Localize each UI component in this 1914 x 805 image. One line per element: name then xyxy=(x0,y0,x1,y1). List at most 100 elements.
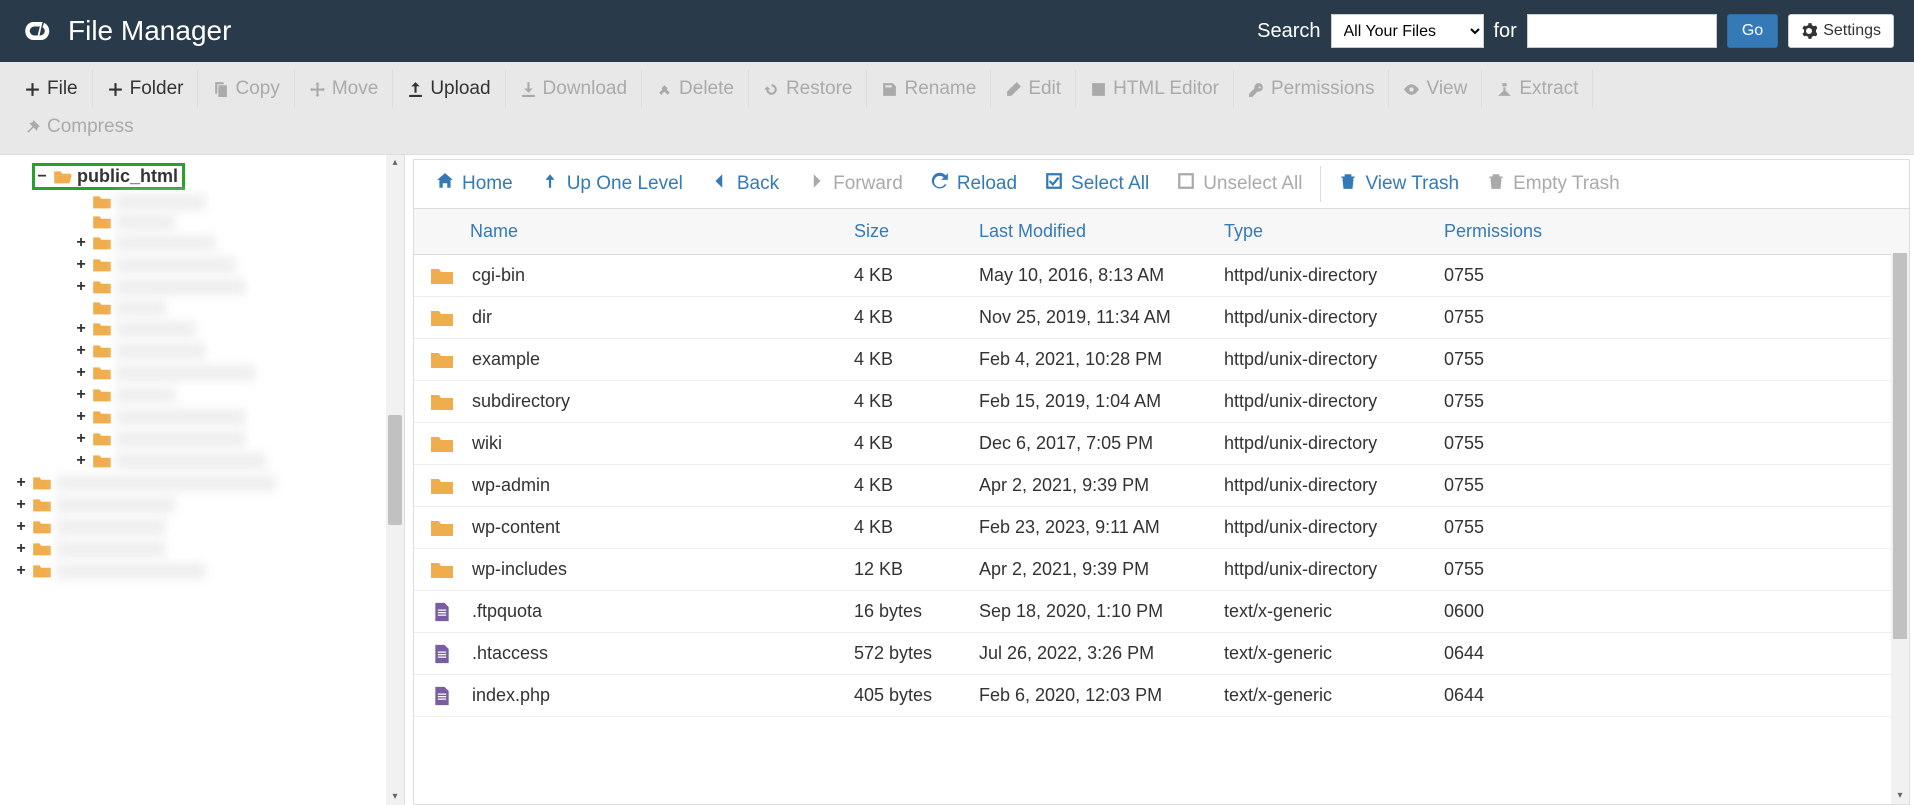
back-button[interactable]: Back xyxy=(697,166,793,202)
table-row[interactable]: wiki 4 KB Dec 6, 2017, 7:05 PM httpd/uni… xyxy=(414,423,1909,465)
expand-icon[interactable]: + xyxy=(14,562,28,580)
tree-root[interactable]: − public_html xyxy=(34,161,404,192)
app-title: File Manager xyxy=(68,15,231,47)
reload-icon xyxy=(931,172,949,196)
expand-icon[interactable]: + xyxy=(74,256,88,274)
table-row[interactable]: cgi-bin 4 KB May 10, 2016, 8:13 AM httpd… xyxy=(414,255,1909,297)
tree-item[interactable]: + xyxy=(14,494,404,516)
scroll-up-arrow-icon[interactable]: ▴ xyxy=(386,155,404,171)
file-modified: Feb 23, 2023, 9:11 AM xyxy=(969,507,1214,549)
forward-label: Forward xyxy=(833,173,903,195)
table-row[interactable]: dir 4 KB Nov 25, 2019, 11:34 AM httpd/un… xyxy=(414,297,1909,339)
tree-item[interactable]: + xyxy=(14,538,404,560)
col-permissions-header[interactable]: Permissions xyxy=(1434,209,1909,255)
col-name-header[interactable]: Name xyxy=(414,209,844,255)
tree-item[interactable]: + xyxy=(74,340,404,362)
tree-item-label-redacted xyxy=(116,387,176,403)
tree-item[interactable]: + xyxy=(74,450,404,472)
tree-item[interactable]: + xyxy=(14,472,404,494)
table-row[interactable]: wp-admin 4 KB Apr 2, 2021, 9:39 PM httpd… xyxy=(414,465,1909,507)
expand-icon[interactable]: + xyxy=(14,518,28,536)
tree-item[interactable]: + xyxy=(74,362,404,384)
download-label: Download xyxy=(543,78,628,100)
main-toolbar: FileFolderCopyMoveUploadDownloadDeleteRe… xyxy=(0,62,1914,155)
table-row[interactable]: wp-content 4 KB Feb 23, 2023, 9:11 AM ht… xyxy=(414,507,1909,549)
table-header-row: Name Size Last Modified Type Permissions xyxy=(414,209,1909,255)
tree-scroll[interactable]: − public_html + + + + + + + + + + xyxy=(0,155,404,805)
folder-label: Folder xyxy=(130,78,184,100)
expand-icon[interactable]: + xyxy=(74,278,88,296)
tree-scrollbar[interactable]: ▴ ▾ xyxy=(386,155,404,805)
settings-button[interactable]: Settings xyxy=(1788,14,1894,48)
extract-button: Extract xyxy=(1482,70,1593,108)
tree-item-label-redacted xyxy=(116,214,176,230)
table-row[interactable]: index.php 405 bytes Feb 6, 2020, 12:03 P… xyxy=(414,675,1909,717)
table-row[interactable]: .htaccess 572 bytes Jul 26, 2022, 3:26 P… xyxy=(414,633,1909,675)
folder-button[interactable]: Folder xyxy=(93,70,199,108)
up-button[interactable]: Up One Level xyxy=(527,166,697,202)
expand-icon[interactable]: + xyxy=(74,408,88,426)
tree-item[interactable]: + xyxy=(74,428,404,450)
tree-item[interactable] xyxy=(74,192,404,212)
expand-icon[interactable]: + xyxy=(74,452,88,470)
plus-icon xyxy=(107,81,124,98)
folder-icon xyxy=(430,266,454,286)
tree-siblings: + + + + + xyxy=(34,472,404,582)
compress-label: Compress xyxy=(47,116,134,138)
selectall-button[interactable]: Select All xyxy=(1031,166,1163,202)
folder-icon xyxy=(92,214,112,230)
table-row[interactable]: subdirectory 4 KB Feb 15, 2019, 1:04 AM … xyxy=(414,381,1909,423)
scroll-thumb[interactable] xyxy=(388,415,402,525)
tree-root-label: public_html xyxy=(77,166,178,187)
expand-icon[interactable]: + xyxy=(14,474,28,492)
table-row[interactable]: wp-includes 12 KB Apr 2, 2021, 9:39 PM h… xyxy=(414,549,1909,591)
viewtrash-button[interactable]: View Trash xyxy=(1320,166,1473,202)
tree-item[interactable]: + xyxy=(74,254,404,276)
folder-icon xyxy=(92,431,112,447)
go-button[interactable]: Go xyxy=(1727,14,1778,48)
table-row[interactable]: .ftpquota 16 bytes Sep 18, 2020, 1:10 PM… xyxy=(414,591,1909,633)
logo-wrap: File Manager xyxy=(20,13,231,49)
folder-icon xyxy=(430,434,454,454)
expand-icon[interactable]: + xyxy=(74,320,88,338)
file-name: wiki xyxy=(472,433,502,454)
table-row[interactable]: example 4 KB Feb 4, 2021, 10:28 PM httpd… xyxy=(414,339,1909,381)
download-button: Download xyxy=(506,70,643,108)
tree-item[interactable]: + xyxy=(74,406,404,428)
expand-icon[interactable]: + xyxy=(74,386,88,404)
tree-item[interactable]: + xyxy=(74,276,404,298)
expand-icon[interactable]: + xyxy=(74,430,88,448)
search-scope-select[interactable]: All Your Files xyxy=(1331,14,1484,48)
file-size: 4 KB xyxy=(844,297,969,339)
file-type: httpd/unix-directory xyxy=(1214,255,1434,297)
tree-item[interactable]: + xyxy=(74,232,404,254)
col-type-header[interactable]: Type xyxy=(1214,209,1434,255)
tree-item[interactable]: + xyxy=(74,318,404,340)
edit-icon xyxy=(1005,81,1022,98)
collapse-icon[interactable]: − xyxy=(35,168,49,186)
table-scrollbar[interactable]: ▾ xyxy=(1891,253,1909,804)
expand-icon[interactable]: + xyxy=(74,234,88,252)
file-size: 4 KB xyxy=(844,339,969,381)
file-button[interactable]: File xyxy=(10,70,93,108)
reload-button[interactable]: Reload xyxy=(917,166,1031,202)
tree-item[interactable] xyxy=(74,298,404,318)
tree-item[interactable]: + xyxy=(74,384,404,406)
table-scroll-thumb[interactable] xyxy=(1893,253,1907,639)
file-table: Name Size Last Modified Type Permissions… xyxy=(414,209,1909,717)
scroll-down-arrow-icon[interactable]: ▾ xyxy=(386,789,404,805)
upload-button[interactable]: Upload xyxy=(393,70,505,108)
table-scroll-down-arrow-icon[interactable]: ▾ xyxy=(1891,788,1909,804)
tree-item[interactable]: + xyxy=(14,560,404,582)
expand-icon[interactable]: + xyxy=(74,364,88,382)
col-size-header[interactable]: Size xyxy=(844,209,969,255)
search-input[interactable] xyxy=(1527,14,1717,48)
expand-icon[interactable]: + xyxy=(14,496,28,514)
htmleditor-label: HTML Editor xyxy=(1113,78,1219,100)
expand-icon[interactable]: + xyxy=(74,342,88,360)
tree-item[interactable]: + xyxy=(14,516,404,538)
tree-item[interactable] xyxy=(74,212,404,232)
col-modified-header[interactable]: Last Modified xyxy=(969,209,1214,255)
expand-icon[interactable]: + xyxy=(14,540,28,558)
home-button[interactable]: Home xyxy=(422,166,527,202)
